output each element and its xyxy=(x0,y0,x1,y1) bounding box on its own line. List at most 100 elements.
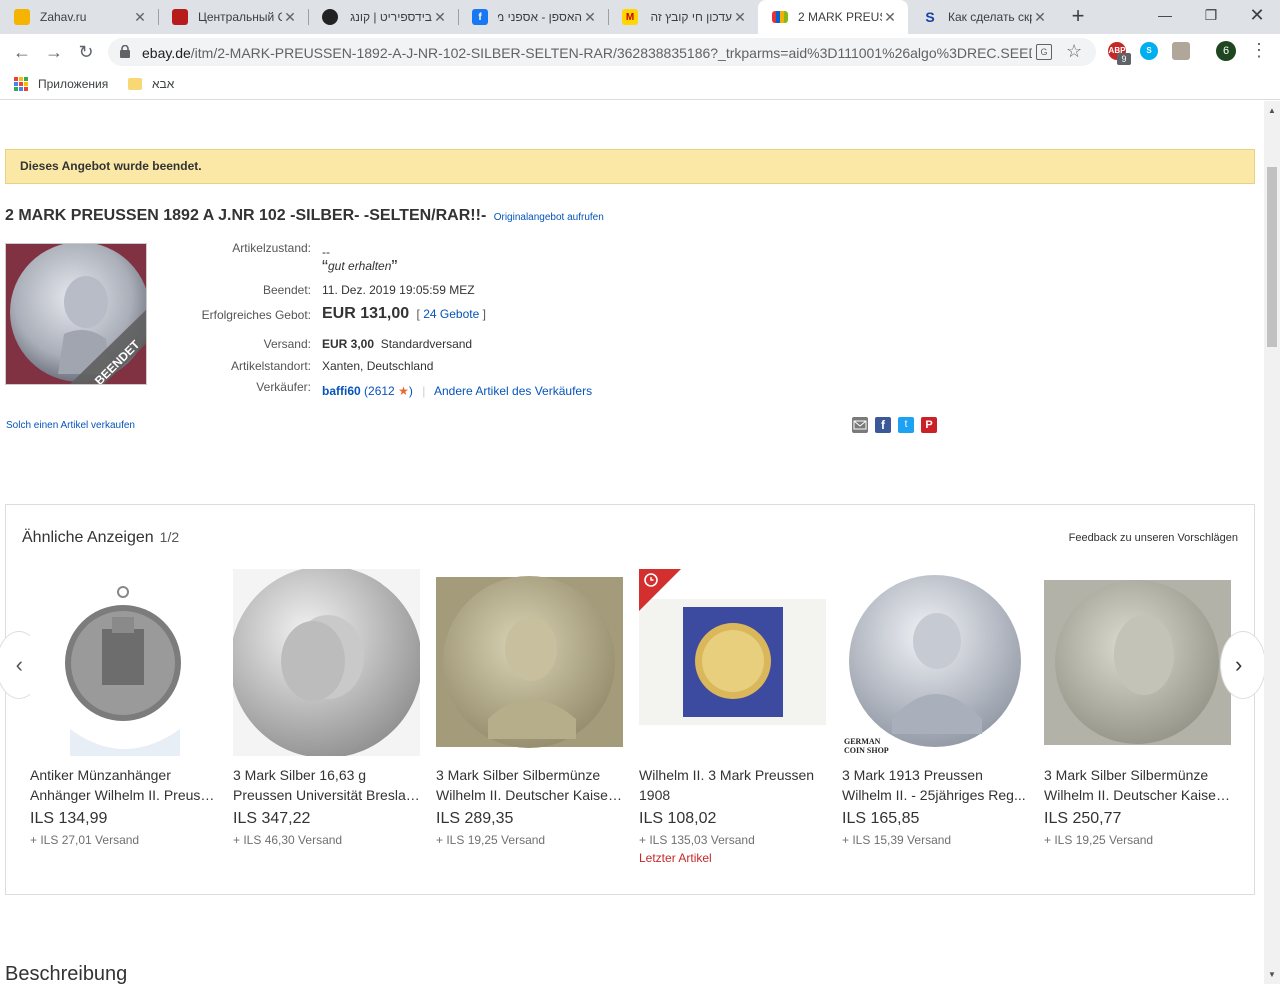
tab-centralny[interactable]: Центральный С ✕ xyxy=(158,0,308,34)
item-shipping: + ILS 27,01 Versand xyxy=(30,833,140,847)
item-thumbnail xyxy=(1044,569,1231,756)
twitter-share-icon[interactable]: t xyxy=(898,417,914,433)
item-thumbnail xyxy=(639,569,826,756)
item-title: 3 Mark Silber Silbermünze Wilhelm II. Deu… xyxy=(1044,767,1231,803)
tab-title: בידספיריט | קונג xyxy=(350,10,432,24)
carousel-next-button[interactable]: › xyxy=(1220,631,1264,699)
item-shipping: + ILS 135,03 Versand xyxy=(639,833,755,847)
browser-menu-icon[interactable]: ⋮ xyxy=(1250,40,1268,61)
item-price: ILS 250,77 xyxy=(1044,810,1122,827)
sell-similar-link[interactable]: Solch einen Artikel verkaufen xyxy=(6,420,135,431)
close-tab-icon[interactable]: ✕ xyxy=(882,9,898,25)
listing-ended-banner: Dieses Angebot wurde beendet. xyxy=(5,149,1255,184)
tab-zahav[interactable]: Zahav.ru ✕ xyxy=(0,0,158,34)
item-thumbnail xyxy=(233,569,420,756)
seller-other-items-link[interactable]: Andere Artikel des Verkäufers xyxy=(434,384,592,398)
item-thumbnail xyxy=(436,569,623,756)
apps-icon xyxy=(14,77,28,91)
chevron-right-icon: › xyxy=(1235,652,1243,677)
close-tab-icon[interactable]: ✕ xyxy=(582,9,598,25)
url-path: /itm/2-MARK-PREUSSEN-1892-A-J-NR-102-SIL… xyxy=(190,45,1032,61)
bookmark-folder-aba[interactable]: אבא xyxy=(128,77,174,91)
item-title: 3 Mark Silber 16,63 g Preussen Universitä… xyxy=(233,767,420,803)
bid-history-link[interactable]: 24 Gebote xyxy=(423,307,479,321)
page-scrollbar[interactable]: ▲ ▼ xyxy=(1264,101,1280,984)
browser-toolbar: ← → ↻ ebay.de/itm/2-MARK-PREUSSEN-1892-A… xyxy=(0,34,1280,70)
seller-name-link[interactable]: baffi60 xyxy=(322,384,361,398)
scroll-up-icon[interactable]: ▲ xyxy=(1268,107,1276,115)
item-price: ILS 134,99 xyxy=(30,810,108,827)
tab-live-update[interactable]: M עדכון חי קובץ זה ✕ xyxy=(608,0,758,34)
pdf-extension-icon[interactable] xyxy=(1172,42,1190,60)
chevron-left-icon: ‹ xyxy=(15,652,23,677)
view-original-listing-link[interactable]: Originalangebot aufrufen xyxy=(494,212,604,223)
close-tab-icon[interactable]: ✕ xyxy=(282,9,298,25)
similar-item-card[interactable]: 3 Mark Silber 16,63 g Preussen Universitä… xyxy=(233,569,420,869)
translate-icon[interactable]: G xyxy=(1036,44,1052,60)
close-window-button[interactable]: ✕ xyxy=(1234,0,1280,34)
zahav-favicon-icon xyxy=(14,9,30,25)
item-title: Antiker Münzanhänger Anhänger Wilhelm II.… xyxy=(30,767,217,803)
similar-item-card[interactable]: 3 Mark Silber Silbermünze Wilhelm II. Deu… xyxy=(436,569,623,869)
scrollbar-thumb[interactable] xyxy=(1267,167,1277,347)
ended-label: Beendet: xyxy=(262,283,311,297)
similar-item-card[interactable]: Wilhelm II. 3 Mark Preussen 1908 ILS 108,… xyxy=(639,569,826,869)
facebook-share-icon[interactable]: f xyxy=(875,417,891,433)
extension-badge: 9 xyxy=(1117,53,1131,65)
item-price: ILS 347,22 xyxy=(233,810,311,827)
item-title-row: 2 MARK PREUSSEN 1892 A J.NR 102 -SILBER-… xyxy=(5,207,604,225)
scroll-down-icon[interactable]: ▼ xyxy=(1268,971,1276,979)
bookmark-apps[interactable]: Приложения xyxy=(14,77,108,91)
bookmark-label: Приложения xyxy=(38,77,109,91)
restore-button[interactable]: ❐ xyxy=(1188,0,1234,34)
close-tab-icon[interactable]: ✕ xyxy=(432,9,448,25)
description-heading: Beschreibung xyxy=(5,963,128,984)
bracket-open: [ xyxy=(416,307,420,321)
tab-bidspirit[interactable]: בידספיריט | קונג ✕ xyxy=(308,0,458,34)
seller-feedback[interactable]: (2612 ★) xyxy=(364,384,413,398)
item-shipping: + ILS 19,25 Versand xyxy=(1044,833,1154,847)
location-label: Artikelstandort: xyxy=(230,359,311,373)
bookmark-star-icon[interactable]: ☆ xyxy=(1066,41,1082,62)
quote-close-icon: ” xyxy=(391,257,398,277)
close-tab-icon[interactable]: ✕ xyxy=(132,9,148,25)
item-price: ILS 165,85 xyxy=(842,810,920,827)
divider: | xyxy=(422,384,426,398)
item-shipping: + ILS 46,30 Versand xyxy=(233,833,343,847)
tab-screenshot-howto[interactable]: S Как сделать скр ✕ xyxy=(908,0,1058,34)
tab-haaspan[interactable]: f האספן - אספני מ ✕ xyxy=(458,0,608,34)
address-bar[interactable]: ebay.de/itm/2-MARK-PREUSSEN-1892-A-J-NR-… xyxy=(108,38,1096,66)
shipping-value: EUR 3,00 Standardversand xyxy=(322,337,472,351)
url-host: ebay.de xyxy=(142,45,191,61)
winning-price: EUR 131,00 xyxy=(322,305,410,322)
close-tab-icon[interactable]: ✕ xyxy=(732,9,748,25)
skype-extension-icon[interactable]: S xyxy=(1140,42,1158,60)
item-price: ILS 108,02 xyxy=(639,810,717,827)
back-button[interactable]: ← xyxy=(10,40,34,64)
location-value: Xanten, Deutschland xyxy=(322,359,434,373)
forward-button[interactable]: → xyxy=(42,40,66,64)
close-tab-icon[interactable]: ✕ xyxy=(1032,9,1048,25)
feedback-score: 2612 xyxy=(368,384,395,398)
similar-item-card[interactable]: Antiker Münzanhänger Anhänger Wilhelm II.… xyxy=(30,569,217,869)
bids-count: [ 24 Gebote ] xyxy=(417,307,486,321)
bidspirit-favicon-icon xyxy=(322,9,338,25)
minimize-button[interactable]: — xyxy=(1142,0,1188,34)
similar-feedback-link[interactable]: Feedback zu unseren Vorschlägen xyxy=(1069,532,1238,544)
similar-heading-text: Ähnliche Anzeigen xyxy=(22,529,154,546)
tab-strip: Zahav.ru ✕ Центральный С ✕ בידספיריט | ק… xyxy=(0,0,1280,34)
tab-title: עדכון חי קובץ זה xyxy=(650,10,733,24)
url-text[interactable]: ebay.de/itm/2-MARK-PREUSSEN-1892-A-J-NR-… xyxy=(142,45,1032,61)
folder-icon xyxy=(128,78,142,90)
tab-ebay-active[interactable]: 2 MARK PREUSS ✕ xyxy=(758,0,908,34)
reload-button[interactable]: ↻ xyxy=(74,40,98,64)
tab-title: Zahav.ru xyxy=(40,10,87,24)
email-share-icon[interactable] xyxy=(852,417,868,433)
facebook-favicon-icon: f xyxy=(472,9,488,25)
similar-item-card[interactable]: GERMAN COIN SHOP 3 Mark 1913 Preussen Wilh… xyxy=(842,569,1029,869)
new-tab-button[interactable]: + xyxy=(1066,5,1090,29)
similar-item-card[interactable]: 3 Mark Silber Silbermünze Wilhelm II. Deu… xyxy=(1044,569,1231,869)
pinterest-share-icon[interactable]: P xyxy=(921,417,937,433)
tab-title: Как сделать скр xyxy=(948,10,1032,24)
profile-avatar[interactable]: 6 xyxy=(1216,41,1236,61)
